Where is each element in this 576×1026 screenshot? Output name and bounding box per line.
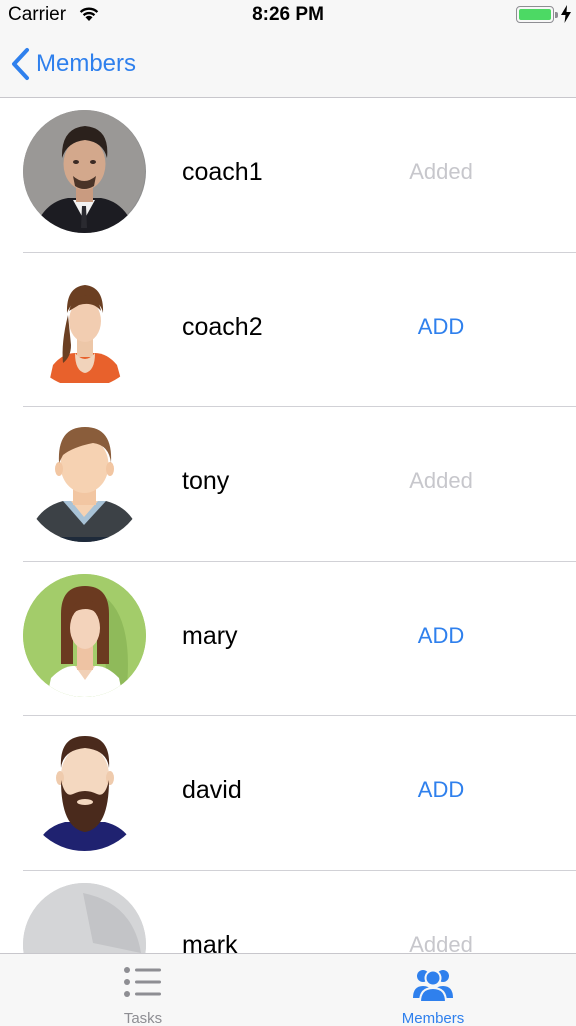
- member-row[interactable]: tony Added: [0, 407, 576, 562]
- status-bar: Carrier 8:26 PM: [0, 0, 576, 30]
- tab-bar: Tasks Members: [0, 953, 576, 1026]
- clock-time: 8:26 PM: [252, 4, 324, 25]
- added-status-label: Added: [409, 159, 473, 184]
- member-list[interactable]: coach1 Added coach2 ADD tony Added mary …: [0, 98, 576, 953]
- tab-members-label: Members: [401, 1010, 465, 1026]
- tab-tasks-label: Tasks: [123, 1010, 163, 1026]
- add-member-button[interactable]: ADD: [396, 777, 486, 803]
- member-name: david: [182, 776, 242, 804]
- added-status-label: Added: [409, 468, 473, 493]
- avatar-woman-ponytail: [23, 264, 146, 388]
- back-button[interactable]: Members: [10, 46, 136, 82]
- member-row[interactable]: david ADD: [0, 716, 576, 871]
- added-status-label: Added: [409, 931, 473, 954]
- tab-tasks[interactable]: Tasks: [73, 954, 213, 1026]
- battery-tip: [555, 12, 558, 18]
- avatar-man-beard: [23, 728, 146, 851]
- member-row[interactable]: mark Added: [0, 871, 576, 954]
- photo-avatar-man-suit: [23, 110, 146, 233]
- people-icon: [413, 969, 453, 1003]
- list-icon: [124, 967, 161, 997]
- chevron-left-icon: [12, 48, 29, 80]
- battery-level-fill: [519, 9, 551, 20]
- member-row[interactable]: mary ADD: [0, 562, 576, 716]
- battery-icon: [516, 6, 554, 23]
- member-name: coach2: [182, 312, 263, 341]
- members-screen: Carrier 8:26 PM Members coach1 Added coa…: [0, 0, 576, 1026]
- member-name: coach1: [182, 158, 263, 186]
- member-name: mary: [182, 621, 238, 650]
- member-row[interactable]: coach1 Added: [0, 98, 576, 253]
- charging-bolt-icon: [561, 5, 571, 23]
- avatar-grey-photo: [23, 882, 146, 953]
- navigation-bar: Members: [0, 30, 576, 98]
- add-member-button[interactable]: ADD: [396, 314, 486, 340]
- avatar-woman-green: [23, 573, 146, 697]
- member-name: tony: [182, 467, 230, 495]
- member-name: mark: [182, 930, 238, 954]
- tab-members[interactable]: Members: [363, 954, 503, 1026]
- back-button-label: Members: [36, 50, 137, 77]
- avatar-man-sweater: [23, 419, 146, 542]
- add-member-button[interactable]: ADD: [396, 623, 486, 649]
- member-row[interactable]: coach2 ADD: [0, 253, 576, 407]
